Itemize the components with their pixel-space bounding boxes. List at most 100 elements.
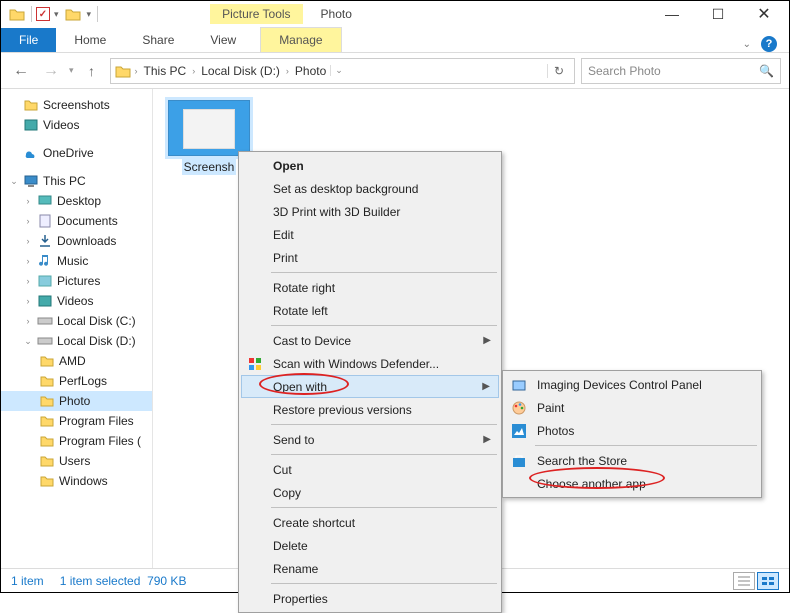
folder-icon: [39, 373, 55, 389]
view-details-icon[interactable]: [733, 572, 755, 590]
menu-imaging-cp[interactable]: Imaging Devices Control Panel: [505, 373, 759, 396]
help-icon[interactable]: ?: [761, 36, 777, 52]
menu-send-to[interactable]: Send to▶: [241, 428, 499, 451]
tree-item[interactable]: ›Music: [1, 251, 152, 271]
menu-delete[interactable]: Delete: [241, 534, 499, 557]
tree-item[interactable]: ›Videos: [1, 291, 152, 311]
menu-open-with[interactable]: Open with▶: [241, 375, 499, 398]
folder-icon: [115, 64, 131, 78]
tree-item-thispc[interactable]: ⌄This PC: [1, 171, 152, 191]
menu-photos[interactable]: Photos: [505, 419, 759, 442]
tree-item[interactable]: ›Documents: [1, 211, 152, 231]
breadcrumb[interactable]: This PC: [142, 64, 189, 78]
computer-icon: [23, 173, 39, 189]
qat-dropdown-icon[interactable]: ▾: [52, 9, 61, 20]
tree-item[interactable]: PerfLogs: [1, 371, 152, 391]
recent-locations-icon[interactable]: ▾: [69, 65, 74, 76]
menu-set-background[interactable]: Set as desktop background: [241, 177, 499, 200]
close-button[interactable]: ✕: [741, 1, 787, 27]
menu-cut[interactable]: Cut: [241, 458, 499, 481]
menu-print[interactable]: Print: [241, 246, 499, 269]
menu-paint[interactable]: Paint: [505, 396, 759, 419]
back-button[interactable]: ←: [9, 59, 33, 83]
tree-item[interactable]: Videos: [1, 115, 152, 135]
up-button[interactable]: ↑: [80, 59, 104, 83]
tree-item[interactable]: ›Desktop: [1, 191, 152, 211]
tree-item[interactable]: ›Pictures: [1, 271, 152, 291]
tree-item[interactable]: ›Downloads: [1, 231, 152, 251]
paint-icon: [509, 398, 529, 418]
tab-share[interactable]: Share: [124, 28, 192, 52]
chevron-down-icon[interactable]: ⌄: [9, 176, 19, 187]
tab-home[interactable]: Home: [56, 28, 124, 52]
forward-button[interactable]: →: [39, 59, 63, 83]
chevron-down-icon[interactable]: ⌄: [23, 336, 33, 347]
chevron-right-icon[interactable]: ›: [23, 276, 33, 286]
tree-item[interactable]: ›Local Disk (C:): [1, 311, 152, 331]
chevron-right-icon[interactable]: ›: [23, 196, 33, 206]
tree-item-onedrive[interactable]: OneDrive: [1, 143, 152, 163]
chevron-right-icon[interactable]: ›: [23, 236, 33, 246]
address-bar[interactable]: › This PC › Local Disk (D:) › Photo ⌄ ↻: [110, 58, 575, 84]
qat-properties-icon[interactable]: ✓: [36, 7, 50, 21]
tab-manage[interactable]: Manage: [260, 27, 341, 52]
chevron-right-icon[interactable]: ›: [23, 296, 33, 306]
tree-item[interactable]: Users: [1, 451, 152, 471]
chevron-right-icon[interactable]: ›: [23, 216, 33, 226]
refresh-icon[interactable]: ↻: [547, 64, 570, 78]
thumbnail-label: Screensh: [182, 159, 237, 175]
tree-item[interactable]: Program Files (: [1, 431, 152, 451]
menu-rotate-right[interactable]: Rotate right: [241, 276, 499, 299]
tree-item[interactable]: Program Files: [1, 411, 152, 431]
qat-customize-icon[interactable]: ▾: [85, 9, 94, 20]
search-input[interactable]: Search Photo 🔍: [581, 58, 781, 84]
qat-newfolder-icon[interactable]: [63, 4, 83, 24]
menu-create-shortcut[interactable]: Create shortcut: [241, 511, 499, 534]
file-tab[interactable]: File: [1, 28, 56, 52]
tree-item[interactable]: AMD: [1, 351, 152, 371]
tree-item-photo[interactable]: Photo: [1, 391, 152, 411]
chevron-right-icon: ▶: [483, 335, 491, 346]
drive-icon: [37, 333, 53, 349]
address-history-icon[interactable]: ⌄: [330, 65, 347, 76]
menu-defender[interactable]: Scan with Windows Defender...: [241, 352, 499, 375]
menu-3d-print[interactable]: 3D Print with 3D Builder: [241, 200, 499, 223]
menu-restore-versions[interactable]: Restore previous versions: [241, 398, 499, 421]
photos-icon: [509, 421, 529, 441]
documents-icon: [37, 213, 53, 229]
status-selected-count: 1 item selected: [60, 574, 141, 588]
menu-rename[interactable]: Rename: [241, 557, 499, 580]
folder-icon: [39, 393, 55, 409]
status-selected-size: 790 KB: [147, 574, 186, 588]
menu-choose-another-app[interactable]: Choose another app: [505, 472, 759, 495]
videos-icon: [23, 117, 39, 133]
menu-copy[interactable]: Copy: [241, 481, 499, 504]
folder-icon[interactable]: [7, 4, 27, 24]
chevron-right-icon[interactable]: ›: [133, 66, 140, 76]
view-thumbnails-icon[interactable]: [757, 572, 779, 590]
menu-properties[interactable]: Properties: [241, 587, 499, 610]
tree-item-drive-d[interactable]: ⌄Local Disk (D:): [1, 331, 152, 351]
menu-rotate-left[interactable]: Rotate left: [241, 299, 499, 322]
thumbnail-image: [168, 100, 250, 156]
chevron-right-icon[interactable]: ›: [284, 66, 291, 76]
chevron-right-icon[interactable]: ›: [23, 256, 33, 266]
navigation-tree[interactable]: Screenshots Videos OneDrive ⌄This PC ›De…: [1, 89, 153, 568]
minimize-button[interactable]: —: [649, 1, 695, 27]
tab-view[interactable]: View: [192, 28, 254, 52]
tree-item[interactable]: Windows: [1, 471, 152, 491]
store-icon: [509, 451, 529, 471]
chevron-right-icon[interactable]: ›: [190, 66, 197, 76]
menu-edit[interactable]: Edit: [241, 223, 499, 246]
maximize-button[interactable]: ☐: [695, 1, 741, 27]
drive-icon: [37, 313, 53, 329]
tree-item[interactable]: Screenshots: [1, 95, 152, 115]
breadcrumb[interactable]: Local Disk (D:): [199, 64, 282, 78]
breadcrumb[interactable]: Photo: [293, 64, 328, 78]
menu-cast[interactable]: Cast to Device▶: [241, 329, 499, 352]
folder-icon: [39, 413, 55, 429]
menu-search-store[interactable]: Search the Store: [505, 449, 759, 472]
ribbon-collapse-icon[interactable]: ⌄: [743, 39, 751, 50]
menu-open[interactable]: Open: [241, 154, 499, 177]
chevron-right-icon[interactable]: ›: [23, 316, 33, 326]
